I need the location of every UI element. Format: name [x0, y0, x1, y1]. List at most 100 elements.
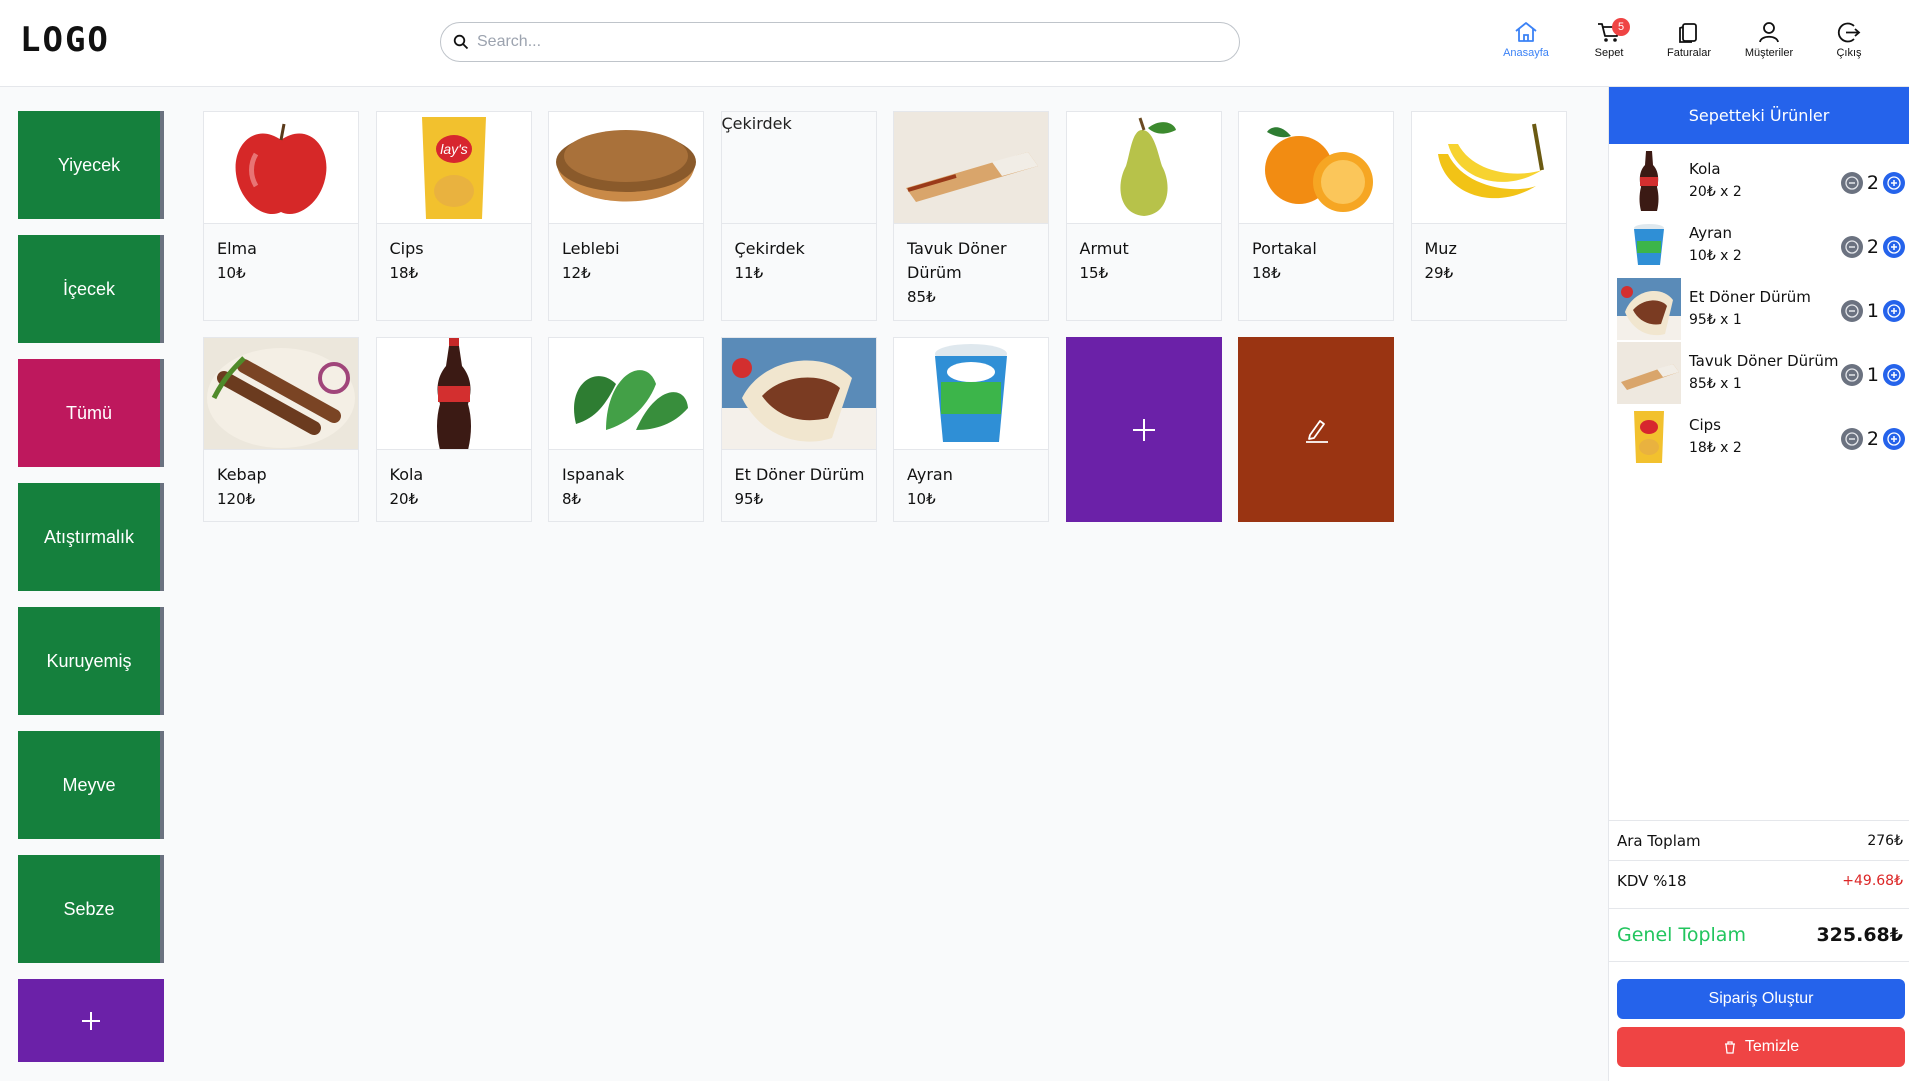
category-atistirmalik[interactable]: Atıştırmalık: [18, 483, 164, 591]
subtotal-label: Ara Toplam: [1617, 831, 1701, 850]
category-icecek[interactable]: İçecek: [18, 235, 164, 343]
nav-invoices[interactable]: Faturalar: [1649, 20, 1729, 59]
clear-cart-button[interactable]: Temizle: [1617, 1027, 1905, 1067]
cart-item: Ayran 10₺ x 2 2: [1609, 214, 1909, 278]
product-price: 18₺: [389, 264, 419, 282]
increase-button[interactable]: [1883, 364, 1905, 386]
product-image: [549, 112, 703, 224]
cart-item-qty: 2: [1866, 236, 1879, 258]
nav-cart-label: Sepet: [1594, 47, 1624, 59]
cart-item-controls: 1: [1840, 300, 1905, 322]
product-name: Çekirdek: [734, 239, 805, 258]
chips-bag-image: lay's: [421, 116, 486, 219]
product-image-alt: Çekirdek: [721, 112, 876, 224]
subtotal-row: Ara Toplam 276₺: [1609, 820, 1909, 860]
decrease-button[interactable]: [1840, 172, 1863, 194]
logo[interactable]: LOGO: [20, 20, 110, 60]
add-product-button[interactable]: [1065, 337, 1222, 522]
product-image: [204, 112, 358, 224]
product-image: [376, 338, 531, 450]
product-card[interactable]: Et Döner Dürüm 95₺: [720, 337, 877, 522]
category-tumu[interactable]: Tümü: [18, 359, 164, 467]
product-card[interactable]: Elma 10₺: [203, 111, 359, 321]
product-card[interactable]: Portakal 18₺: [1238, 111, 1394, 321]
product-card[interactable]: Ayran 10₺: [893, 337, 1049, 522]
increase-button[interactable]: [1883, 236, 1905, 258]
add-category-button[interactable]: [18, 979, 164, 1062]
tax-row: KDV %18 +49.68₺: [1609, 860, 1909, 900]
product-card[interactable]: Tavuk Döner Dürüm 85₺: [893, 111, 1049, 321]
cart-item-thumb: [1617, 406, 1681, 468]
cart-item-price-line: 85₺ x 1: [1689, 376, 1742, 392]
product-card[interactable]: Çekirdek Çekirdek 11₺: [720, 111, 877, 321]
product-card[interactable]: Armut 15₺: [1065, 111, 1222, 321]
minus-icon: [1845, 240, 1859, 254]
search-bar[interactable]: [440, 22, 1240, 62]
product-price: 85₺: [907, 288, 936, 306]
cart-item-controls: 1: [1840, 364, 1905, 386]
product-price: 10₺: [217, 264, 246, 282]
subtotal-value: 276₺: [1867, 832, 1903, 849]
increase-button[interactable]: [1883, 428, 1905, 450]
cart-item-qty: 2: [1866, 428, 1879, 450]
grand-total-value: 325.68₺: [1816, 924, 1903, 946]
category-kuruyemis[interactable]: Kuruyemiş: [18, 607, 164, 715]
cart-item-name: Ayran: [1689, 224, 1732, 242]
search-input[interactable]: [477, 33, 1217, 51]
cart-item-name: Et Döner Dürüm: [1689, 288, 1811, 306]
nav-logout[interactable]: Çıkış: [1809, 20, 1889, 59]
product-grid: Elma 10₺ lay's Cips 18₺ Leblebi 12₺ Çekirde…: [203, 111, 1583, 522]
invoice-icon: [1679, 23, 1697, 43]
increase-button[interactable]: [1883, 300, 1905, 322]
chips-bag-image: [1634, 411, 1664, 463]
nav-customers[interactable]: Müşteriler: [1729, 20, 1809, 59]
doner-wrap-image: [1617, 278, 1681, 340]
cart-item: Kola 20₺ x 2 2: [1609, 150, 1909, 214]
search-icon: [453, 34, 469, 50]
decrease-button[interactable]: [1840, 364, 1863, 386]
cart-item-qty: 2: [1866, 172, 1879, 194]
cart-item: Tavuk Döner Dürüm 85₺ x 1 1: [1609, 342, 1909, 406]
product-price: 11₺: [734, 264, 764, 282]
cart-item-price-line: 95₺ x 1: [1689, 312, 1742, 328]
product-card[interactable]: Leblebi 12₺: [548, 111, 704, 321]
top-nav: Anasayfa 5 Sepet Faturalar Müşteriler Çı…: [1483, 18, 1889, 59]
product-card[interactable]: lay's Cips 18₺: [375, 111, 532, 321]
cart-item-thumb: [1617, 342, 1681, 404]
ayran-cup-image: [935, 343, 1007, 442]
category-meyve[interactable]: Meyve: [18, 731, 164, 839]
product-name: Muz: [1424, 239, 1457, 258]
decrease-button[interactable]: [1840, 236, 1863, 258]
product-name: Armut: [1079, 239, 1129, 258]
cart-item: Et Döner Dürüm 95₺ x 1 1: [1609, 278, 1909, 342]
create-order-button[interactable]: Sipariş Oluştur: [1617, 979, 1905, 1019]
product-card[interactable]: Ispanak 8₺: [548, 337, 704, 522]
cart-item-qty: 1: [1866, 364, 1879, 386]
nav-home-label: Anasayfa: [1503, 47, 1549, 59]
decrease-button[interactable]: [1840, 428, 1863, 450]
product-price: 8₺: [562, 490, 582, 508]
edit-icon: [1306, 419, 1328, 443]
product-card[interactable]: Muz 29₺: [1410, 111, 1567, 321]
category-sebze[interactable]: Sebze: [18, 855, 164, 963]
increase-button[interactable]: [1883, 172, 1905, 194]
product-card[interactable]: Kola 20₺: [375, 337, 532, 522]
edit-products-button[interactable]: [1238, 337, 1394, 522]
product-image: lay's: [376, 112, 531, 224]
wrap-image: [1617, 342, 1681, 404]
nav-cart[interactable]: 5 Sepet: [1569, 18, 1649, 59]
product-price: 12₺: [562, 264, 591, 282]
nav-home[interactable]: Anasayfa: [1483, 20, 1569, 59]
user-icon: [1759, 22, 1779, 43]
product-card[interactable]: Kebap 120₺: [203, 337, 359, 522]
nav-invoices-label: Faturalar: [1666, 47, 1712, 59]
minus-icon: [1845, 368, 1859, 382]
decrease-button[interactable]: [1840, 300, 1863, 322]
wrap-image: [906, 151, 1038, 202]
nav-logout-label: Çıkış: [1836, 47, 1862, 59]
cart-panel: Sepetteki Ürünler Kola 20₺ x 2 2 Ayran 1…: [1608, 87, 1909, 1081]
product-price: 120₺: [217, 490, 256, 508]
category-yiyecek[interactable]: Yiyecek: [18, 111, 164, 219]
cart-item: Cips 18₺ x 2 2: [1609, 406, 1909, 470]
product-name: Tavuk Döner Dürüm: [907, 239, 1007, 282]
